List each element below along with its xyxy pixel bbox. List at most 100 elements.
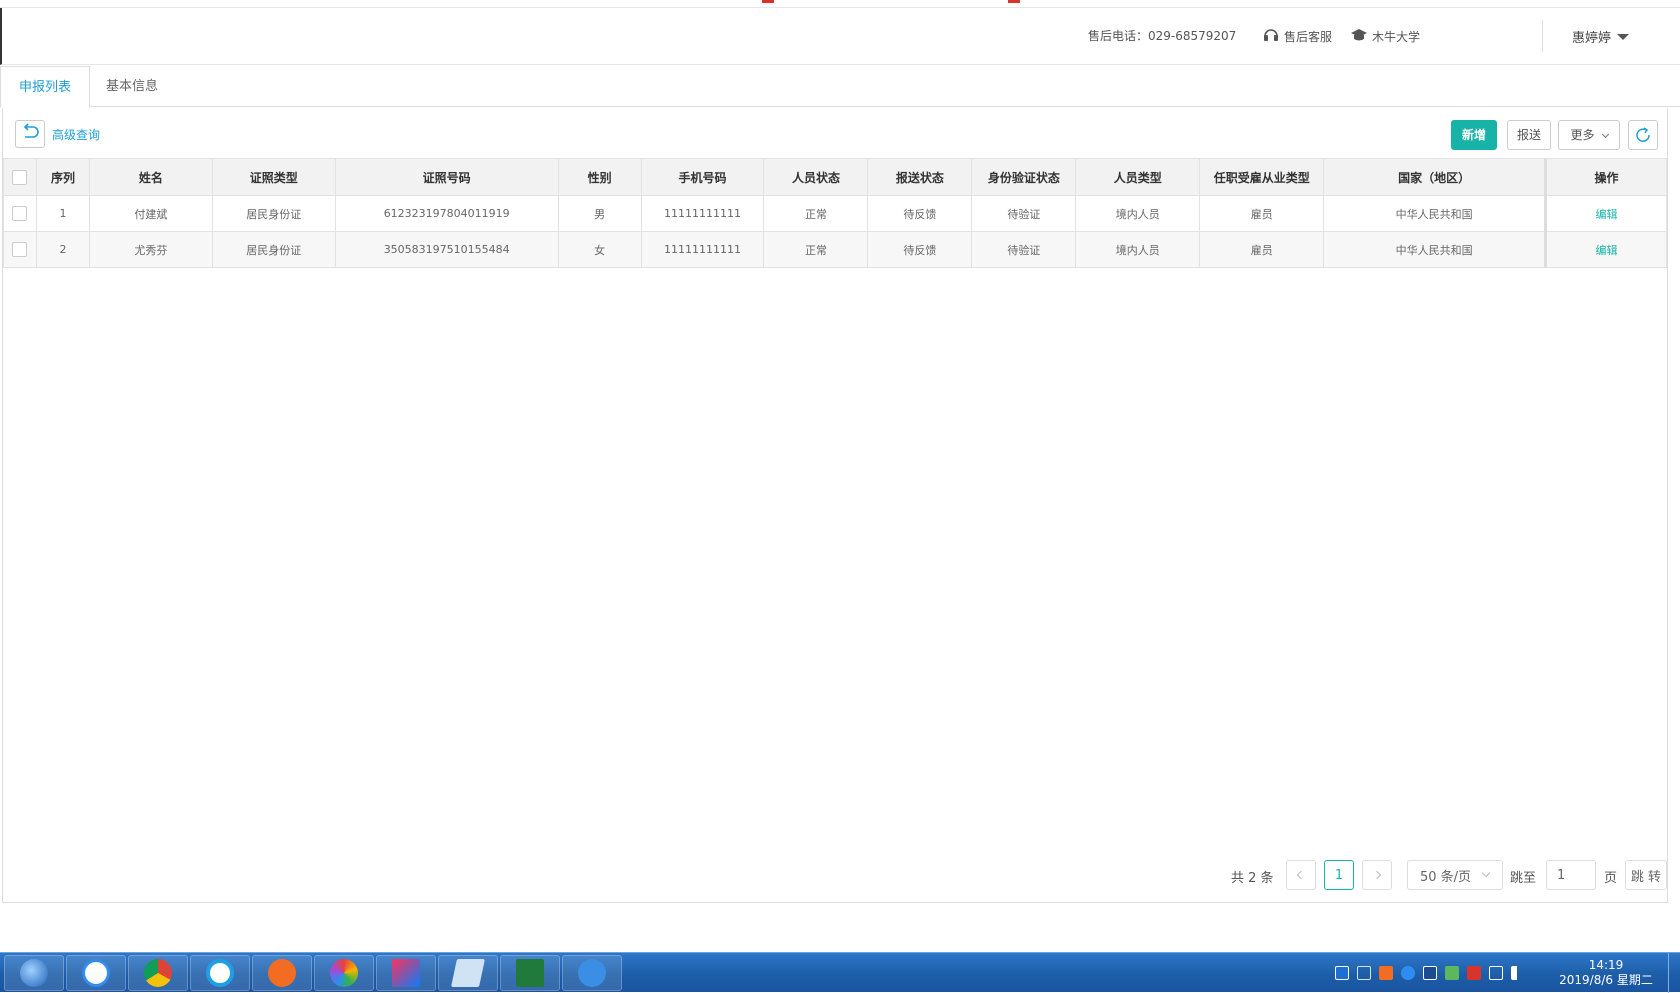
tray-alert-icon[interactable]	[1467, 966, 1481, 980]
taskbar-app-excel[interactable]	[500, 955, 560, 991]
report-button[interactable]: 报送	[1507, 120, 1551, 150]
table-cell: 待验证	[971, 195, 1077, 232]
hotline-label: 售后电话：029-68579207	[1088, 29, 1237, 43]
row-checkbox[interactable]	[12, 206, 28, 221]
total-count: 共 2 条	[1231, 871, 1274, 886]
paper-plane-icon	[578, 959, 606, 987]
top-strip	[0, 0, 1680, 8]
declaration-table: 序列 姓名 证照类型 证照号码 性别 手机号码 人员状态 报送状态 身份验证状态…	[3, 158, 1667, 268]
taskbar-app-notepad[interactable]	[438, 955, 498, 991]
user-name: 惠婷婷	[1572, 31, 1612, 46]
system-tray	[1335, 963, 1525, 983]
baidu-netdisk-icon	[82, 959, 110, 987]
red-mark	[1008, 0, 1020, 3]
col-header: 国家（地区）	[1323, 158, 1547, 196]
edit-link[interactable]: 编辑	[1596, 244, 1618, 257]
undo-arrow-icon	[20, 123, 40, 145]
jump-button[interactable]: 跳 转	[1625, 860, 1667, 890]
headset-icon	[1262, 27, 1280, 46]
col-header: 报送状态	[867, 158, 973, 196]
next-page-button[interactable]	[1362, 860, 1392, 890]
taskbar-app-ie[interactable]	[190, 955, 250, 991]
chevron-down-icon	[1481, 868, 1491, 878]
col-header: 姓名	[88, 158, 213, 196]
table-cell: 1	[35, 195, 90, 232]
list-panel: 高级查询 新增 报送 更多 序列 姓名 证照类型 证照号码 性别 手机号码 人员…	[2, 108, 1668, 903]
col-header: 操作	[1544, 158, 1667, 196]
taskbar-app-pen[interactable]	[252, 955, 312, 991]
col-header: 人员类型	[1075, 158, 1201, 196]
hotline-text: 售后电话：029-68579207	[1088, 27, 1236, 44]
more-dropdown[interactable]: 更多	[1558, 120, 1620, 150]
header-divider	[1542, 20, 1543, 52]
tray-shield-icon[interactable]	[1401, 966, 1415, 980]
taskbar-app-baidu-netdisk[interactable]	[66, 955, 126, 991]
col-header: 手机号码	[640, 158, 765, 196]
table-cell: 雇员	[1199, 231, 1325, 268]
col-header: 任职受雇从业类型	[1199, 158, 1325, 196]
table-cell: 11111111111	[640, 231, 765, 268]
tab-declaration-list[interactable]: 申报列表	[0, 66, 91, 108]
table-cell: 男	[557, 195, 642, 232]
table-row: 2 尤秀芬 居民身份证 350583197510155484 女 1111111…	[3, 231, 1667, 268]
table-cell: 女	[557, 231, 642, 268]
chrome-icon	[144, 959, 172, 987]
col-header: 序列	[35, 158, 90, 196]
refresh-icon	[1634, 127, 1652, 147]
internet-explorer-icon	[206, 959, 234, 987]
taskbar-clock[interactable]: 14:19 2019/8/6 星期二	[1556, 958, 1656, 988]
tray-network-icon[interactable]	[1445, 966, 1459, 980]
table-cell: 待验证	[971, 231, 1077, 268]
refresh-button[interactable]	[1628, 120, 1658, 150]
op-cell: 编辑	[1544, 231, 1667, 268]
pagination: 共 2 条 1 50 条/页 跳至 1 页 跳 转	[3, 860, 1667, 892]
chevron-left-icon	[1296, 870, 1306, 880]
tray-pin-icon[interactable]	[1357, 966, 1371, 980]
table-cell: 境内人员	[1075, 195, 1201, 232]
user-menu[interactable]: 惠婷婷	[1572, 27, 1630, 46]
caret-down-icon	[1617, 33, 1630, 40]
table-cell: 尤秀芬	[88, 231, 213, 268]
prev-page-button[interactable]	[1286, 860, 1316, 890]
taskbar-app-intellij[interactable]	[376, 955, 436, 991]
tray-app-icon[interactable]	[1379, 966, 1393, 980]
edit-link[interactable]: 编辑	[1596, 208, 1618, 221]
university-link[interactable]: 木牛大学	[1350, 27, 1420, 46]
graduation-cap-icon	[1350, 27, 1368, 46]
col-header: 人员状态	[763, 158, 869, 196]
tray-display-icon[interactable]	[1489, 966, 1503, 980]
service-link[interactable]: 售后客服	[1262, 27, 1332, 46]
taskbar-app-feishu[interactable]	[562, 955, 622, 991]
show-desktop-button[interactable]	[1668, 953, 1680, 993]
volume-icon[interactable]	[1511, 966, 1525, 980]
table-cell: 中华人民共和国	[1323, 231, 1547, 268]
taskbar-app-chrome[interactable]	[128, 955, 188, 991]
service-label: 售后客服	[1284, 30, 1333, 44]
page-number[interactable]: 1	[1324, 860, 1354, 890]
back-button[interactable]	[15, 120, 45, 148]
page-size-value: 50 条/页	[1420, 869, 1472, 885]
row-checkbox[interactable]	[12, 242, 28, 257]
start-orb-icon	[20, 959, 48, 987]
table-row: 1 付建斌 居民身份证 612323197804011919 男 1111111…	[3, 195, 1667, 232]
op-cell: 编辑	[1544, 195, 1667, 232]
university-label: 木牛大学	[1372, 30, 1421, 44]
advanced-query-link[interactable]: 高级查询	[52, 126, 100, 143]
tab-basic-info[interactable]: 基本信息	[88, 66, 176, 107]
start-button[interactable]	[4, 955, 64, 991]
table-cell: 11111111111	[640, 195, 765, 232]
excel-icon	[516, 959, 544, 987]
table-cell: 612323197804011919	[334, 195, 559, 232]
row-select-cell	[3, 231, 37, 268]
page-size-select[interactable]: 50 条/页	[1407, 860, 1503, 890]
jump-page-input[interactable]: 1	[1546, 860, 1596, 890]
taskbar-app-colorful[interactable]	[314, 955, 374, 991]
col-header: 证照类型	[211, 158, 336, 196]
row-select-cell	[3, 195, 37, 232]
select-all-checkbox[interactable]	[12, 169, 28, 185]
add-button[interactable]: 新增	[1451, 120, 1497, 150]
table-cell: 居民身份证	[211, 195, 336, 232]
table-cell: 待反馈	[867, 231, 973, 268]
tray-q-icon[interactable]	[1335, 966, 1349, 980]
tray-security-icon[interactable]	[1423, 966, 1437, 980]
